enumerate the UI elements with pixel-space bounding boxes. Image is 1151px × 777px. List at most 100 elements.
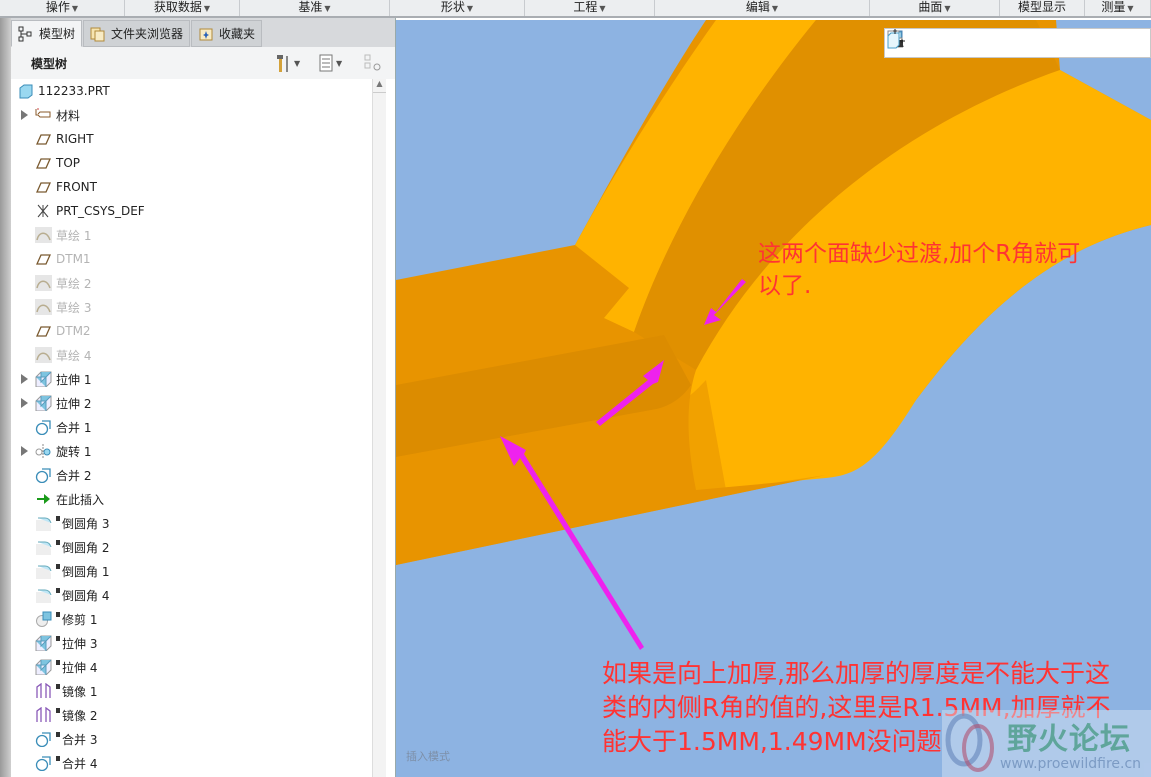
tree-item[interactable]: 拉伸 3 bbox=[11, 631, 371, 655]
watermark-url: www.proewildfire.cn bbox=[1000, 756, 1142, 772]
tree-item[interactable]: 旋转 1 bbox=[11, 439, 371, 463]
marker-icon bbox=[56, 707, 60, 713]
tree-item[interactable]: DTM1 bbox=[11, 247, 371, 271]
tab-model-tree[interactable]: 模型树 bbox=[11, 20, 83, 47]
datum-plane-icon bbox=[35, 134, 52, 145]
expand-arrow-icon[interactable] bbox=[21, 398, 28, 408]
tree-item[interactable]: 倒圆角 3 bbox=[11, 511, 371, 535]
tree-item-label: 倒圆角 3 bbox=[56, 515, 109, 532]
tree-item[interactable]: PRT_CSYS_DEF bbox=[11, 199, 371, 223]
tree-item[interactable]: 草绘 3 bbox=[11, 295, 371, 319]
tree-item-label: DTM2 bbox=[56, 324, 91, 338]
tree-item[interactable]: 镜像 1 bbox=[11, 679, 371, 703]
chevron-down-icon: ▼ bbox=[944, 4, 951, 13]
tree-item-text: 镜像 1 bbox=[62, 684, 98, 699]
model-tree-title: 模型树 bbox=[31, 56, 68, 71]
tree-item[interactable]: 草绘 2 bbox=[11, 271, 371, 295]
tree-item-label: 112233.PRT bbox=[38, 84, 110, 98]
tree-item-text: 草绘 4 bbox=[56, 348, 92, 363]
tree-item[interactable]: 合并 4 bbox=[11, 751, 371, 775]
datum-plane-icon bbox=[35, 182, 52, 193]
round-icon bbox=[36, 565, 52, 579]
tree-item[interactable]: 草绘 4 bbox=[11, 343, 371, 367]
favorites-icon bbox=[199, 28, 213, 40]
model-tree: 112233.PRT 材料 RIGHT TOP FRONT PRT_CSYS_DEF 草绘 … bbox=[11, 79, 395, 777]
round-icon bbox=[36, 517, 52, 531]
tree-item[interactable]: 合并 2 bbox=[11, 463, 371, 487]
merge-icon bbox=[35, 732, 51, 747]
tree-item[interactable]: 材料 bbox=[11, 103, 371, 127]
tree-item[interactable]: TOP bbox=[11, 151, 371, 175]
tree-item[interactable]: 拉伸 1 bbox=[11, 367, 371, 391]
tree-item[interactable]: 草绘 1 bbox=[11, 223, 371, 247]
tree-item-label: 合并 1 bbox=[56, 419, 91, 436]
menu-1[interactable]: 获取数据 ▼ bbox=[125, 0, 240, 16]
datum-plane-icon bbox=[35, 158, 52, 169]
tree-item[interactable]: 在此插入 bbox=[11, 487, 371, 511]
tree-item[interactable]: 合并 3 bbox=[11, 727, 371, 751]
tree-item-label: 拉伸 4 bbox=[56, 659, 97, 676]
tree-item-text: 合并 2 bbox=[56, 468, 92, 483]
tree-item[interactable]: 倒圆角 1 bbox=[11, 559, 371, 583]
tree-item-text: 修剪 1 bbox=[62, 612, 98, 627]
marker-icon bbox=[56, 635, 60, 641]
tree-item-label: 草绘 1 bbox=[56, 227, 91, 244]
tree-item[interactable]: 倒圆角 4 bbox=[11, 583, 371, 607]
marker-icon bbox=[56, 683, 60, 689]
menu-8[interactable]: 测量 ▼ bbox=[1085, 0, 1151, 16]
extrude-icon bbox=[35, 395, 52, 411]
tree-item-text: 草绘 1 bbox=[56, 228, 92, 243]
tab-favorites[interactable]: 收藏夹 bbox=[191, 20, 263, 47]
tree-item-text: 拉伸 3 bbox=[62, 636, 98, 651]
menu-label: 工程 bbox=[573, 0, 598, 14]
tree-item[interactable]: 倒圆角 2 bbox=[11, 535, 371, 559]
tree-item-label: 倒圆角 2 bbox=[56, 539, 109, 556]
csys-icon bbox=[37, 204, 49, 218]
settings-button[interactable]: ▼ bbox=[275, 53, 300, 73]
menu-4[interactable]: 工程 ▼ bbox=[525, 0, 655, 16]
filter-button[interactable] bbox=[363, 53, 383, 73]
tree-item[interactable]: 修剪 1 bbox=[11, 607, 371, 631]
tree-item-label: 镜像 2 bbox=[56, 707, 97, 724]
tree-item[interactable]: 112233.PRT bbox=[0, 79, 353, 103]
merge-icon bbox=[35, 756, 51, 771]
tree-item-label: 合并 3 bbox=[56, 731, 97, 748]
annotation-line: 这两个面缺少过渡,加个R角就可 bbox=[758, 241, 1081, 267]
tree-item-label: 合并 2 bbox=[56, 467, 91, 484]
tree-filter-icon bbox=[364, 54, 381, 71]
tree-item[interactable]: 镜像 2 bbox=[11, 703, 371, 727]
tree-item-label: 旋转 1 bbox=[56, 443, 91, 460]
graphics-viewport[interactable]: 这两个面缺少过渡,加个R角就可 以了. 如果是向上加厚,那么加厚的厚度是不能大于… bbox=[396, 20, 1151, 777]
tree-item-label: 在此插入 bbox=[56, 491, 104, 508]
tree-scrollbar[interactable]: ▲ bbox=[372, 79, 386, 777]
menu-5[interactable]: 编辑 ▼ bbox=[655, 0, 870, 16]
watermark-logo-icon bbox=[945, 713, 994, 772]
mirror-icon bbox=[36, 683, 51, 698]
tree-item[interactable]: 合并 1 bbox=[11, 415, 371, 439]
show-button[interactable]: ▼ bbox=[319, 53, 342, 73]
tree-item-label: RIGHT bbox=[56, 132, 94, 146]
datum-display-icon[interactable] bbox=[885, 29, 905, 49]
tree-item[interactable]: DTM2 bbox=[11, 319, 371, 343]
tree-item-text: 112233.PRT bbox=[38, 84, 110, 98]
tree-item-label: 拉伸 3 bbox=[56, 635, 97, 652]
tree-item[interactable]: 拉伸 4 bbox=[11, 655, 371, 679]
expand-arrow-icon[interactable] bbox=[21, 374, 28, 384]
tree-item-label: DTM1 bbox=[56, 252, 91, 266]
menu-label: 基准 bbox=[298, 0, 323, 14]
expand-arrow-icon[interactable] bbox=[21, 446, 28, 456]
menu-6[interactable]: 曲面 ▼ bbox=[870, 0, 1000, 16]
tree-item[interactable]: FRONT bbox=[11, 175, 371, 199]
tree-item[interactable]: RIGHT bbox=[11, 127, 371, 151]
menu-7[interactable]: 模型显示 bbox=[1000, 0, 1085, 16]
tab-label: 模型树 bbox=[39, 27, 76, 41]
menu-0[interactable]: 操作 ▼ bbox=[0, 0, 125, 16]
chevron-down-icon: ▼ bbox=[324, 4, 331, 13]
tab-folder-browser[interactable]: 文件夹浏览器 bbox=[83, 20, 191, 47]
menu-label: 模型显示 bbox=[1017, 0, 1066, 14]
menu-3[interactable]: 形状 ▼ bbox=[390, 0, 525, 16]
menu-2[interactable]: 基准 ▼ bbox=[240, 0, 390, 16]
tree-item[interactable]: 拉伸 2 bbox=[11, 391, 371, 415]
scroll-up-button[interactable]: ▲ bbox=[373, 79, 386, 93]
expand-arrow-icon[interactable] bbox=[21, 110, 28, 120]
